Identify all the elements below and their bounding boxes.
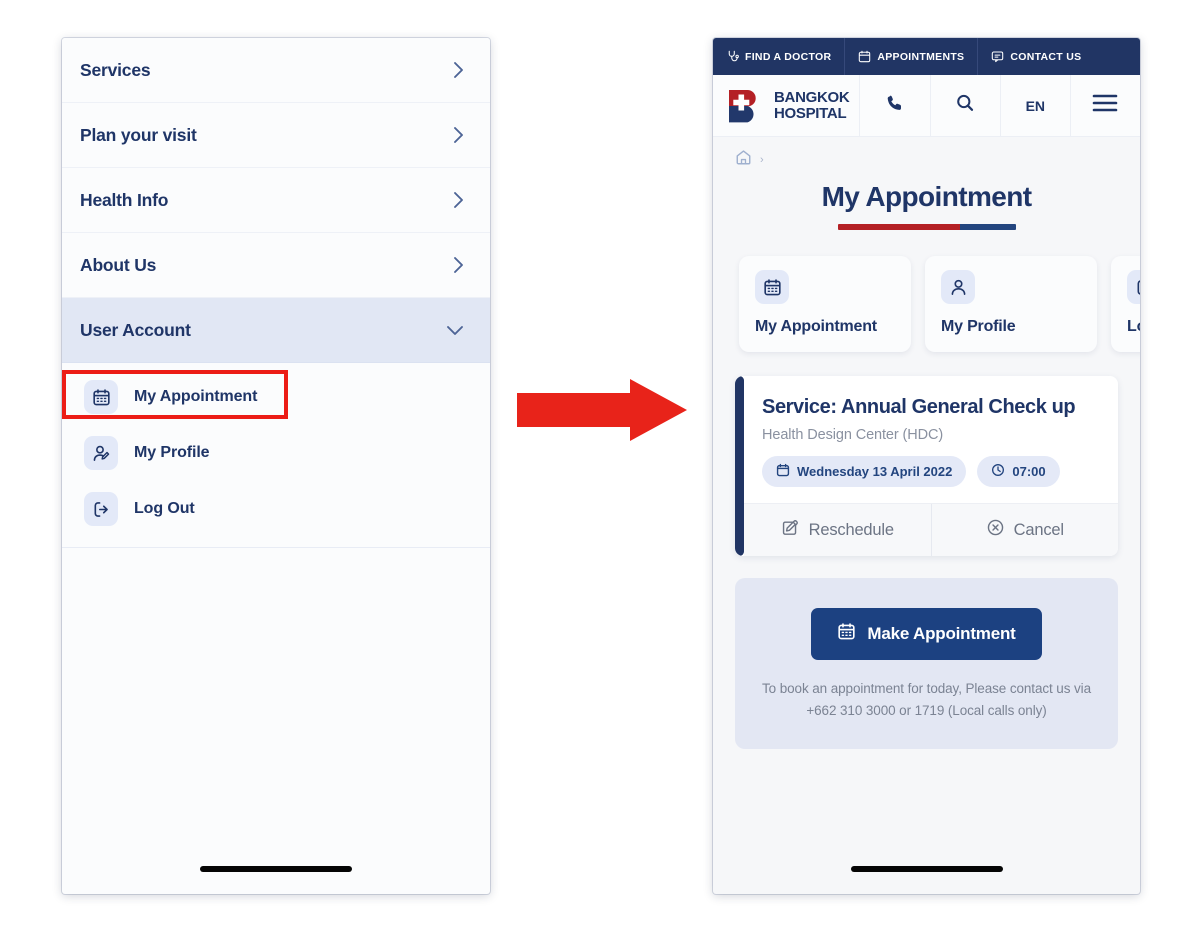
utility-item-label: CONTACT US: [1010, 50, 1082, 63]
screenshot-canvas: Services Plan your visit Health Info Abo…: [0, 0, 1200, 926]
chat-icon: [991, 50, 1004, 63]
submenu-item-my-appointment[interactable]: My Appointment: [62, 369, 490, 425]
utility-item-appointments[interactable]: APPOINTMENTS: [844, 38, 977, 75]
tab-label: Log Out: [1127, 318, 1140, 335]
main-menu-list: Services Plan your visit Health Info Abo…: [62, 38, 490, 548]
submenu-item-label: My Profile: [134, 444, 210, 461]
chevron-down-icon: [446, 325, 464, 336]
appointment-time-text: 07:00: [1012, 464, 1046, 479]
appointment-card-body: Service: Annual General Check up Health …: [744, 376, 1118, 556]
calendar-icon: [84, 380, 118, 414]
chevron-right-icon: [453, 61, 464, 79]
cancel-label: Cancel: [1013, 520, 1064, 539]
logo-line-2: HOSPITAL: [774, 104, 847, 122]
hamburger-menu-button[interactable]: [1069, 75, 1140, 136]
menu-item-label: Plan your visit: [80, 124, 197, 145]
calendar-icon: [858, 50, 871, 63]
edit-icon: [781, 518, 800, 542]
brand-logo-text: BANGKOK HOSPITAL: [774, 88, 850, 122]
menu-item-label: About Us: [80, 254, 157, 275]
tab-my-appointment[interactable]: My Appointment: [739, 256, 911, 352]
chevron-right-icon: [453, 191, 464, 209]
submenu-item-my-profile[interactable]: My Profile: [62, 425, 490, 481]
cancel-button[interactable]: Cancel: [930, 504, 1119, 556]
bangkok-hospital-logo-icon: [727, 88, 767, 124]
menu-item-label: Services: [80, 59, 151, 80]
calendar-icon: [755, 270, 789, 304]
tab-my-profile[interactable]: My Profile: [925, 256, 1097, 352]
rule-navy-segment: [960, 224, 1016, 230]
home-indicator-bar: [200, 866, 352, 872]
breadcrumb-separator: ›: [760, 154, 764, 166]
breadcrumb: ›: [713, 137, 1140, 171]
make-appointment-label: Make Appointment: [867, 624, 1016, 643]
utility-nav-bar: FIND A DOCTOR APPOINTMENTS CONTACT US: [713, 38, 1140, 75]
logo-line-1: BANGKOK: [774, 88, 850, 106]
home-icon[interactable]: [735, 149, 752, 171]
menu-item-services[interactable]: Services: [62, 38, 490, 103]
utility-item-label: FIND A DOCTOR: [745, 50, 832, 63]
calendar-icon: [837, 622, 856, 646]
appointment-date-text: Wednesday 13 April 2022: [797, 464, 953, 479]
appointment-actions: Reschedule Cancel: [744, 503, 1118, 556]
menu-item-health-info[interactable]: Health Info: [62, 168, 490, 233]
menu-item-user-account[interactable]: User Account: [62, 298, 490, 363]
account-tabs-row: My Appointment My Profile L: [713, 230, 1140, 352]
booking-panel: Make Appointment To book an appointment …: [735, 578, 1118, 750]
booking-contact-note: To book an appointment for today, Please…: [762, 681, 1091, 718]
stethoscope-icon: [726, 50, 739, 63]
language-label: EN: [1025, 97, 1046, 114]
user-edit-icon: [84, 436, 118, 470]
app-phone-screen: FIND A DOCTOR APPOINTMENTS CONTACT US BA…: [713, 38, 1140, 894]
hamburger-menu-icon: [1092, 93, 1118, 118]
title-underline-rule: [837, 224, 1016, 230]
tab-label: My Appointment: [755, 318, 877, 335]
submenu-item-label: Log Out: [134, 500, 195, 517]
card-accent-bar: [735, 376, 744, 556]
rule-red-segment: [837, 224, 961, 230]
chevron-right-icon: [453, 256, 464, 274]
phone-button[interactable]: [859, 75, 929, 136]
search-icon: [955, 93, 975, 118]
logout-icon: [1127, 270, 1140, 304]
clock-icon: [991, 463, 1005, 480]
submenu-item-log-out[interactable]: Log Out: [62, 481, 490, 537]
appointment-time-pill: 07:00: [977, 456, 1060, 487]
menu-item-label: Health Info: [80, 189, 169, 210]
search-button[interactable]: [929, 75, 1000, 136]
appointment-card: Service: Annual General Check up Health …: [735, 376, 1118, 556]
make-appointment-button[interactable]: Make Appointment: [811, 608, 1042, 660]
user-icon: [941, 270, 975, 304]
menu-phone-screen: Services Plan your visit Health Info Abo…: [62, 38, 490, 894]
appointment-meta-row: Wednesday 13 April 2022 07:00: [762, 456, 1100, 487]
appointment-location: Health Design Center (HDC): [762, 427, 944, 443]
brand-logo[interactable]: BANGKOK HOSPITAL: [713, 75, 859, 136]
menu-item-plan-your-visit[interactable]: Plan your visit: [62, 103, 490, 168]
user-account-submenu: My Appointment My Profile Log Out: [62, 363, 490, 548]
page-title: My Appointment: [821, 181, 1032, 212]
reschedule-label: Reschedule: [808, 520, 894, 539]
utility-item-contact-us[interactable]: CONTACT US: [977, 38, 1094, 75]
tab-log-out[interactable]: Log Out: [1111, 256, 1140, 352]
app-header: BANGKOK HOSPITAL EN: [713, 75, 1140, 137]
calendar-icon: [776, 463, 790, 480]
menu-item-label: User Account: [80, 319, 191, 340]
language-switcher[interactable]: EN: [999, 75, 1070, 136]
tab-label: My Profile: [941, 318, 1016, 335]
appointment-date-pill: Wednesday 13 April 2022: [762, 456, 967, 487]
reschedule-button[interactable]: Reschedule: [744, 504, 931, 556]
phone-icon: [885, 93, 905, 118]
appointment-service-name: Service: Annual General Check up: [762, 396, 1076, 418]
submenu-item-label: My Appointment: [134, 388, 258, 405]
chevron-right-icon: [453, 126, 464, 144]
circle-x-icon: [986, 518, 1005, 542]
annotation-arrow: [517, 379, 687, 441]
page-title-section: My Appointment: [713, 171, 1140, 230]
utility-item-label: APPOINTMENTS: [877, 50, 965, 63]
logout-icon: [84, 492, 118, 526]
utility-item-find-a-doctor[interactable]: FIND A DOCTOR: [713, 38, 844, 75]
menu-item-about-us[interactable]: About Us: [62, 233, 490, 298]
home-indicator-bar: [850, 866, 1003, 872]
